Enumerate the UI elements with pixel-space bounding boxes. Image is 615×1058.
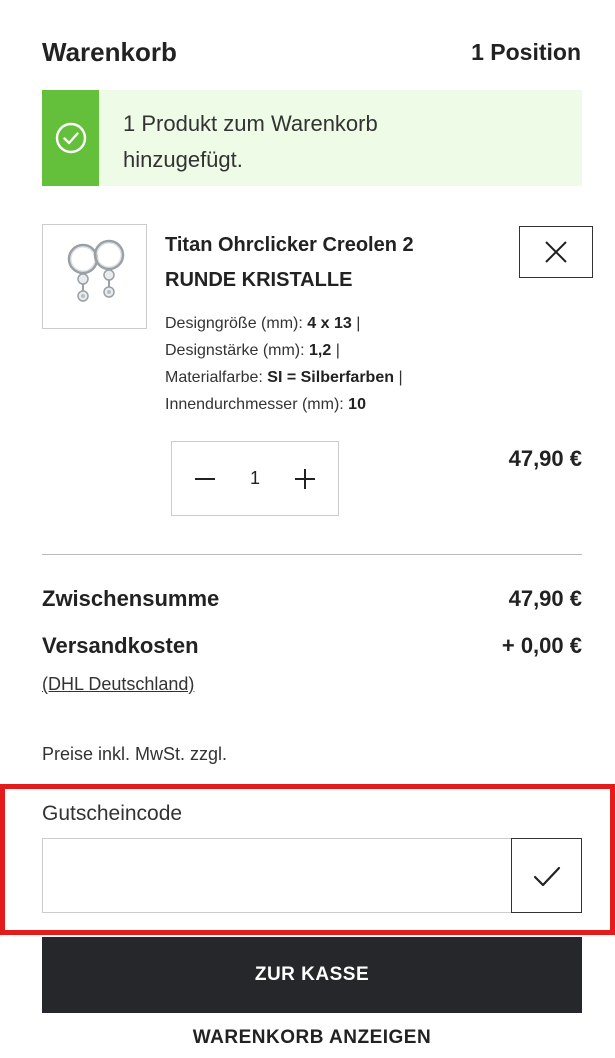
subtotal-row: Zwischensumme 47,90 €: [42, 586, 582, 612]
coupon-label: Gutscheincode: [42, 802, 183, 825]
tax-note: Preise inkl. MwSt. zzgl.: [42, 744, 228, 764]
close-icon: [545, 241, 567, 263]
product-name[interactable]: Titan Ohrclicker Creolen 2 RUNDE KRISTAL…: [165, 228, 495, 298]
shipping-value: + 0,00 €: [501, 633, 582, 658]
cart-header: Warenkorb 1 Position: [42, 32, 581, 72]
plus-icon: [294, 468, 315, 489]
attribute-label: Designgröße (mm):: [165, 315, 303, 332]
attribute-row: Materialfarbe: SI = Silberfarben |: [165, 364, 495, 391]
check-circle-icon: [55, 122, 86, 154]
attribute-value: SI = Silberfarben: [267, 369, 394, 386]
notice-message: 1 Produkt zum Warenkorb hinzugefügt.: [99, 90, 378, 186]
notice-line-2: hinzugefügt.: [123, 147, 243, 172]
checkout-button[interactable]: ZUR KASSE: [42, 937, 582, 1013]
attribute-separator: |: [351, 315, 361, 332]
subtotal-value: 47,90 €: [508, 586, 582, 611]
product-name-line-2[interactable]: RUNDE KRISTALLE: [165, 263, 495, 298]
increase-quantity-button[interactable]: [290, 464, 320, 494]
attribute-separator: |: [331, 342, 340, 359]
remove-item-button[interactable]: [519, 226, 593, 278]
attribute-row: Innendurchmesser (mm): 10: [165, 391, 495, 418]
notice-line-1: 1 Produkt zum Warenkorb: [123, 111, 378, 136]
minus-icon: [195, 477, 215, 480]
apply-coupon-button[interactable]: [511, 838, 582, 913]
product-name-line-1[interactable]: Titan Ohrclicker Creolen 2: [165, 228, 495, 263]
cart-item-count: 1 Position: [471, 38, 581, 65]
attribute-label: Materialfarbe:: [165, 369, 263, 386]
added-to-cart-notice: 1 Produkt zum Warenkorb hinzugefügt.: [42, 90, 582, 186]
attribute-separator: |: [394, 369, 403, 386]
product-attributes: Designgröße (mm): 4 x 13 | Designstärke …: [165, 310, 495, 418]
line-item-price: 47,90 €: [508, 446, 582, 471]
attribute-row: Designgröße (mm): 4 x 13 |: [165, 310, 495, 337]
earring-image: [67, 239, 125, 302]
quantity-value[interactable]: 1: [250, 468, 260, 489]
checkmark-icon: [533, 866, 560, 886]
attribute-label: Innendurchmesser (mm):: [165, 396, 344, 413]
shipping-label: Versandkosten: [42, 633, 199, 658]
divider: [42, 554, 582, 555]
attribute-value: 10: [348, 396, 366, 413]
notice-icon-box: [42, 90, 99, 186]
shipping-carrier-link[interactable]: (DHL Deutschland): [42, 674, 194, 695]
cart-title: Warenkorb: [42, 36, 177, 67]
quantity-stepper: 1: [171, 441, 339, 516]
attribute-value: 4 x 13: [307, 315, 352, 332]
product-image[interactable]: [42, 224, 147, 329]
view-cart-link[interactable]: WARENKORB ANZEIGEN: [42, 1027, 582, 1049]
attribute-row: Designstärke (mm): 1,2 |: [165, 337, 495, 364]
subtotal-label: Zwischensumme: [42, 586, 220, 611]
coupon-code-input[interactable]: [42, 838, 512, 913]
attribute-label: Designstärke (mm):: [165, 342, 305, 359]
shipping-row: Versandkosten + 0,00 €: [42, 633, 582, 659]
attribute-value: 1,2: [309, 342, 332, 359]
decrease-quantity-button[interactable]: [190, 464, 220, 494]
